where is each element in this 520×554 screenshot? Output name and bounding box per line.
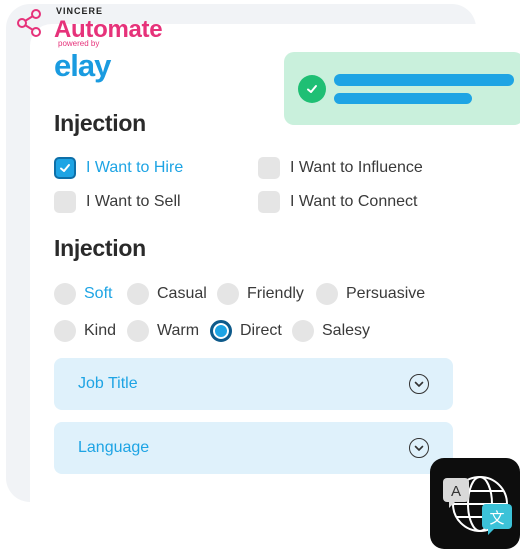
brand-elay: elay [54,48,111,83]
chevron-down-icon[interactable] [409,438,429,458]
translate-glyph-a: A [451,483,461,500]
tone-option-soft[interactable]: Soft [54,283,112,305]
check-icon [298,75,326,103]
job-title-dropdown[interactable]: Job Title [54,358,453,410]
dropdown-label: Job Title [78,375,138,392]
option-label: I Want to Sell [86,193,181,210]
option-label: Persuasive [346,285,426,302]
option-label: Friendly [247,285,304,302]
option-label: Warm [157,322,200,339]
section-title: Injection [54,110,146,136]
option-label: Kind [84,322,117,339]
chevron-down-icon[interactable] [409,374,429,394]
translate-globe-icon: A 文 [443,476,512,535]
option-label: Soft [84,285,113,302]
radio-button-selected[interactable] [210,320,232,342]
toast-placeholder-line [334,74,514,86]
brand-vincere: VINCERE [56,6,104,16]
tone-option-salesy[interactable]: Salesy [292,320,370,342]
checkbox[interactable] [54,191,76,213]
translate-icon-tile[interactable]: A 文 [430,458,520,549]
radio-button[interactable] [54,320,76,342]
radio-button[interactable] [316,283,338,305]
tone-option-warm[interactable]: Warm [127,320,199,342]
radio-button[interactable] [54,283,76,305]
tone-option-persuasive[interactable]: Persuasive [316,283,425,305]
intent-option-connect[interactable]: I Want to Connect [258,191,417,213]
intent-option-influence[interactable]: I Want to Influence [258,157,423,179]
tone-option-casual[interactable]: Casual [127,283,207,305]
intent-option-sell[interactable]: I Want to Sell [54,191,181,213]
option-label: Direct [240,322,282,339]
tone-option-kind[interactable]: Kind [54,320,116,342]
option-label: I Want to Connect [290,193,418,210]
brand-powered-by: powered by [58,39,100,48]
translate-glyph-zh: 文 [489,509,504,527]
radio-button[interactable] [292,320,314,342]
tone-option-direct[interactable]: Direct [210,320,282,342]
option-label: I Want to Influence [290,159,423,176]
language-dropdown[interactable]: Language [54,422,453,474]
option-label: Salesy [322,322,371,339]
tone-option-friendly[interactable]: Friendly [217,283,304,305]
intent-option-hire[interactable]: I Want to Hire [54,157,183,179]
option-label: I Want to Hire [86,159,184,176]
radio-button[interactable] [217,283,239,305]
radio-button[interactable] [127,283,149,305]
radio-button[interactable] [127,320,149,342]
checkbox[interactable] [258,157,280,179]
success-toast [284,52,520,125]
checkbox-checked[interactable] [54,157,76,179]
checkbox[interactable] [258,191,280,213]
dropdown-label: Language [78,439,150,456]
section-title: Injection [54,235,146,261]
network-nodes-icon [17,9,41,37]
toast-placeholder-line [334,93,472,104]
option-label: Casual [157,285,207,302]
